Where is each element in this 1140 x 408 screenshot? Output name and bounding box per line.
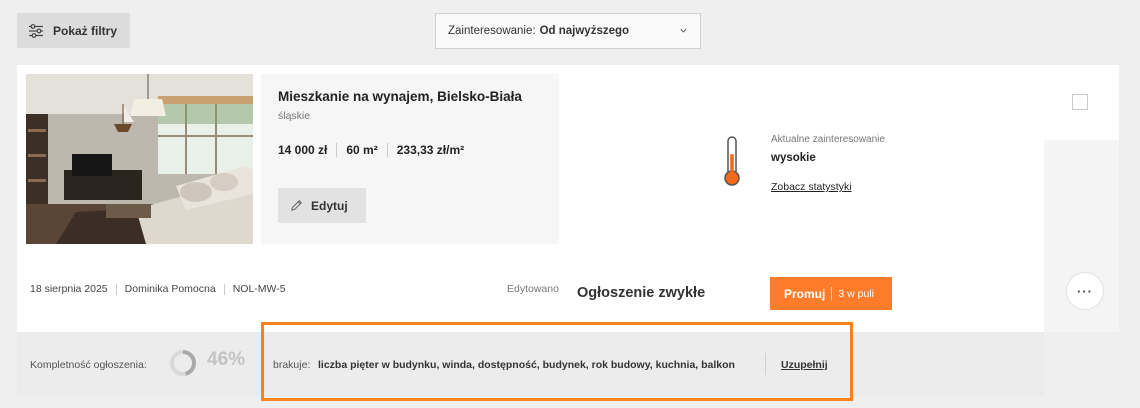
sort-prefix: Zainteresowanie: [448,25,536,37]
listing-stats: 14 000 zł 60 m² 233,33 zł/m² [278,143,464,157]
sort-value: Od najwyższego [539,25,630,37]
listing-card: Mieszkanie na wynajem, Bielsko-Biała ślą… [17,65,1119,332]
sliders-icon [29,23,43,38]
promote-divider [831,287,833,300]
show-filters-button[interactable]: Pokaż filtry [17,13,130,48]
completeness-bar: Kompletność ogłoszenia: 46% brakuje: lic… [17,332,1044,396]
completeness-label: Kompletność ogłoszenia: [30,359,147,371]
interest-value: wysokie [771,152,816,164]
edited-status: Edytowano [507,283,559,295]
select-listing-checkbox[interactable] [1072,94,1088,110]
chevron-down-icon [680,28,687,33]
missing-fields: liczba pięter w budynku, winda, dostępno… [318,359,735,371]
listing-agent: Dominika Pomocna [124,283,216,295]
listing-price-per-m2: 233,33 zł/m² [396,143,465,157]
edit-label: Edytuj [311,198,348,213]
listing-photo[interactable] [26,74,253,244]
listing-price: 14 000 zł [278,143,328,157]
edit-button[interactable]: Edytuj [278,188,366,223]
promote-label: Promuj [784,286,826,301]
missing-label: brakuje: [273,359,311,371]
sort-select[interactable]: Zainteresowanie: Od najwyższego [435,13,701,49]
listing-date: 18 sierpnia 2025 [30,283,108,295]
living-room-photo [26,74,253,244]
promote-button[interactable]: Promuj 3 w puli [770,277,892,310]
pencil-icon [291,199,303,211]
ad-type: Ogłoszenie zwykłe [577,285,706,301]
thermometer-icon [724,136,740,186]
completeness-donut [170,350,196,376]
listing-reference: NOL-MW-5 [232,283,286,295]
interest-label: Aktualne zainteresowanie [771,134,885,145]
more-horizontal-icon: ··· [1077,283,1093,299]
listing-region: śląskie [278,110,311,122]
more-options-button[interactable]: ··· [1066,272,1104,310]
meta-divider [223,283,225,295]
stats-divider [386,143,388,157]
listing-meta: 18 sierpnia 2025 Dominika Pomocna NOL-MW… [30,283,286,295]
listing-title[interactable]: Mieszkanie na wynajem, Bielsko-Biała [278,89,522,104]
show-filters-label: Pokaż filtry [53,23,118,38]
meta-divider [115,283,117,295]
listing-info-panel: Mieszkanie na wynajem, Bielsko-Biała ślą… [261,74,559,244]
complete-listing-link[interactable]: Uzupełnij [781,359,828,371]
completeness-percent: 46% [207,349,246,370]
view-statistics-link[interactable]: Zobacz statystyki [771,181,852,193]
promote-pool: 3 w puli [838,287,874,300]
missing-divider [765,353,766,375]
stats-divider [336,143,338,157]
listing-area: 60 m² [346,143,378,157]
